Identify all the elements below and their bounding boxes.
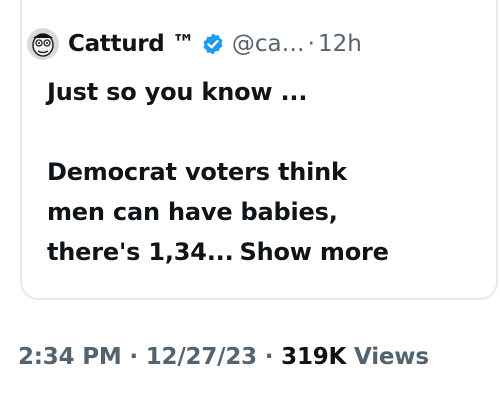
views-count[interactable]: 319K <box>281 344 346 370</box>
separator-dot: · <box>307 31 315 57</box>
show-more-link[interactable]: Show more <box>240 238 389 266</box>
author-handle[interactable]: @ca… <box>232 31 305 57</box>
verified-badge-icon <box>203 33 223 55</box>
post-date[interactable]: 12/27/23 <box>146 344 257 370</box>
tweet-header: Catturd ™ @ca… · 12h <box>27 26 362 62</box>
tweet-text-line: Just so you know ... <box>47 78 308 106</box>
tweet-meta: 2:34 PM · 12/27/23 · 319K Views <box>18 344 429 370</box>
avatar[interactable] <box>27 28 59 60</box>
tweet-text: Just so you know ... Democrat voters thi… <box>47 72 487 272</box>
tweet-text-fragment: there's 1,34... <box>47 238 234 266</box>
tweet-text-line: men can have babies, <box>47 198 338 226</box>
separator-dot: · <box>129 344 138 370</box>
tweet-time-ago[interactable]: 12h <box>318 31 362 57</box>
post-time[interactable]: 2:34 PM <box>18 344 122 370</box>
separator-dot: · <box>264 344 274 370</box>
tweet-text-line: Democrat voters think <box>47 158 347 186</box>
views-label: Views <box>354 344 429 370</box>
cartoon-avatar-icon <box>27 28 59 60</box>
author-name[interactable]: Catturd ™ <box>68 31 195 57</box>
tweet-text-line-truncated: there's 1,34... Show more <box>47 232 487 272</box>
